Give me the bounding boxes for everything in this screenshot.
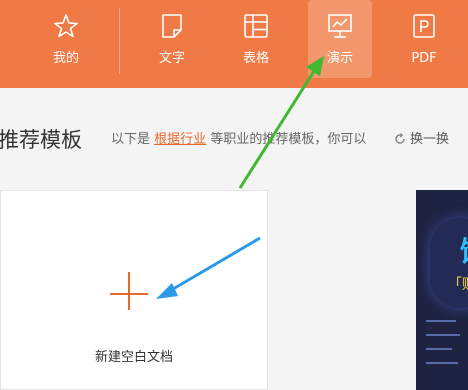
template-card[interactable]: 饭 「财 <box>416 190 468 390</box>
refresh-button[interactable]: 换一换 <box>394 128 449 147</box>
tab-spreadsheet[interactable]: 表格 <box>226 0 286 78</box>
document-icon <box>162 14 182 38</box>
tab-presentation[interactable]: 演示 <box>308 0 372 78</box>
table-icon <box>244 14 268 38</box>
subtitle-suffix: 等职业的推荐模板，你可以 <box>210 132 367 147</box>
toolbar-divider <box>119 8 120 74</box>
tab-label: 演示 <box>326 51 353 66</box>
new-blank-document-label: 新建空白文档 <box>94 350 173 365</box>
tab-label: 文字 <box>158 51 185 66</box>
industry-link[interactable]: 根据行业 <box>154 132 206 147</box>
template-subtitle: 「财 <box>448 277 468 293</box>
tab-label: 表格 <box>242 51 269 66</box>
section-title: 推荐模板 <box>0 128 82 152</box>
presentation-icon <box>328 14 352 38</box>
tab-writer[interactable]: 文字 <box>142 0 202 78</box>
pdf-icon <box>413 14 435 38</box>
template-title: 饭 <box>460 230 468 270</box>
tab-mine[interactable]: 我的 <box>36 0 96 78</box>
plus-icon <box>110 272 148 310</box>
star-icon <box>54 14 78 38</box>
tab-label: PDF <box>411 51 437 66</box>
tab-label: 我的 <box>52 51 79 66</box>
tab-pdf[interactable]: PDF <box>394 0 454 78</box>
subtitle-prefix: 以下是 <box>111 132 151 147</box>
section-subtitle: 以下是 根据行业 等职业的推荐模板，你可以 <box>111 128 366 147</box>
top-toolbar: 我的 文字 表格 演示 PDF <box>0 0 468 88</box>
refresh-icon <box>395 133 405 144</box>
refresh-label: 换一换 <box>410 132 450 147</box>
